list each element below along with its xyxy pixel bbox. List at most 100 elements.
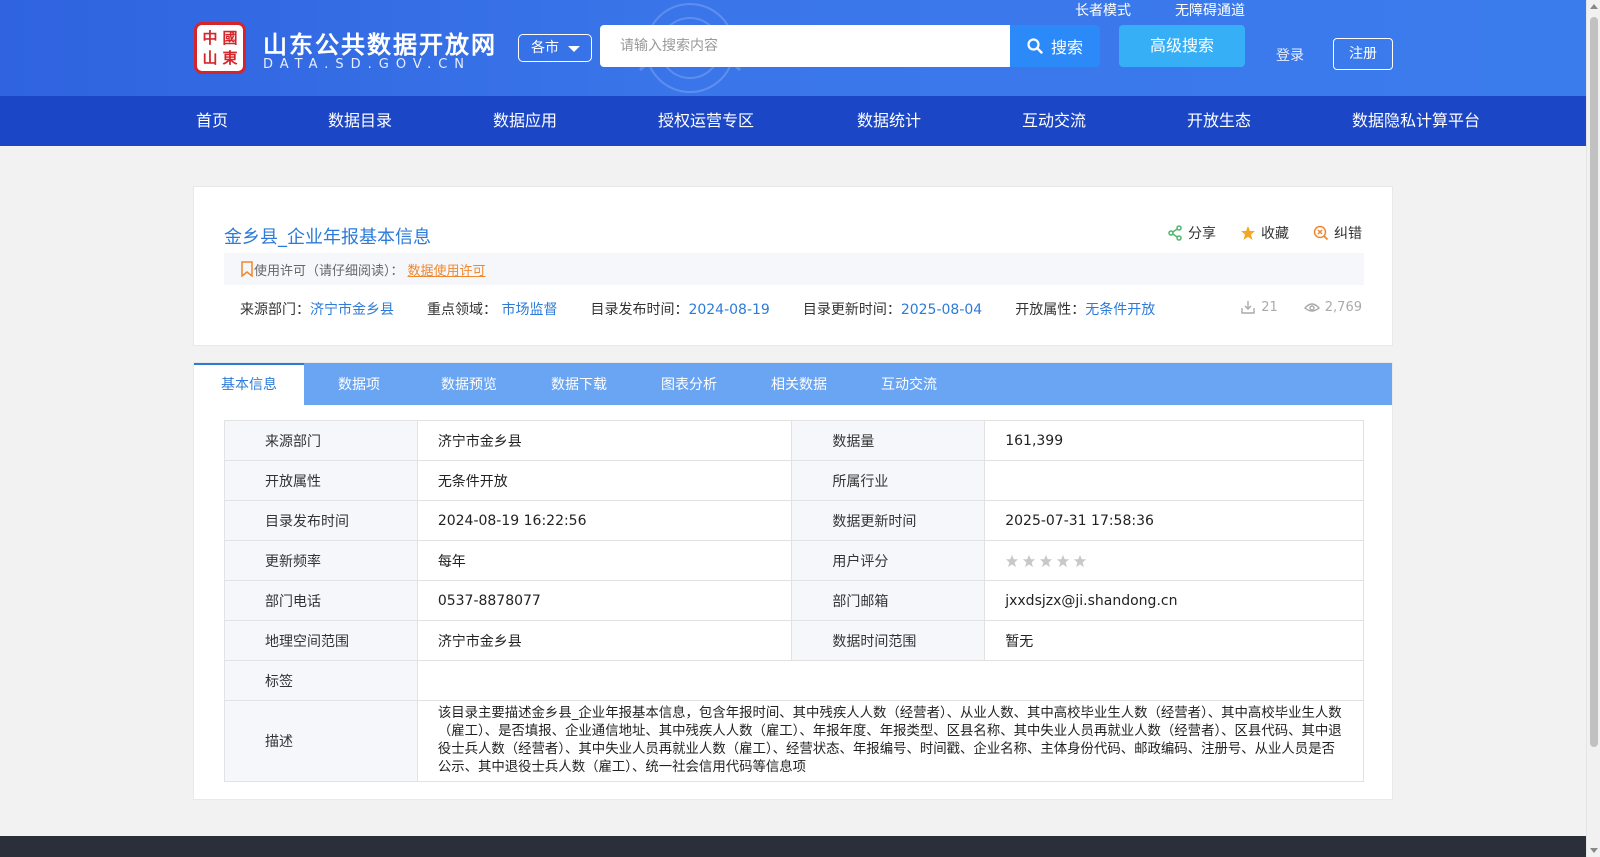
search-icon bbox=[1027, 38, 1043, 54]
logo-char: 東 bbox=[222, 49, 238, 67]
meta-domain-value[interactable]: 市场监督 bbox=[501, 302, 557, 318]
bookmark-icon bbox=[241, 261, 253, 277]
license-link[interactable]: 数据使用许可 bbox=[408, 260, 486, 279]
site-logo[interactable]: 中 國 山 東 bbox=[194, 22, 246, 74]
search-button-label: 搜索 bbox=[1050, 38, 1083, 57]
table-row: 目录发布时间 2024-08-19 16:22:56 数据更新时间 2025-0… bbox=[224, 500, 1364, 541]
meta-label: 来源部门： bbox=[240, 302, 310, 318]
star-empty-icon[interactable] bbox=[1005, 554, 1019, 568]
star-empty-icon[interactable] bbox=[1056, 554, 1070, 568]
dataset-title: 金乡县_企业年报基本信息 bbox=[224, 227, 431, 248]
tab-data-items[interactable]: 数据项 bbox=[304, 363, 414, 405]
view-count: 2,769 bbox=[1303, 299, 1362, 315]
tab-data-download[interactable]: 数据下载 bbox=[524, 363, 634, 405]
register-button[interactable]: 注册 bbox=[1333, 38, 1393, 70]
search-button[interactable]: 搜索 bbox=[1010, 25, 1100, 67]
region-select[interactable]: 各市 bbox=[518, 34, 592, 62]
table-row: 更新频率 每年 用户评分 bbox=[224, 540, 1364, 581]
tab-bar: 基本信息 数据项 数据预览 数据下载 图表分析 相关数据 互动交流 bbox=[194, 363, 1392, 405]
logo-char: 中 bbox=[202, 29, 218, 47]
chevron-down-icon bbox=[568, 46, 580, 52]
meta-label: 开放属性： bbox=[1015, 302, 1086, 318]
nav-item-authorized-ops[interactable]: 授权运营专区 bbox=[658, 96, 754, 146]
tab-chart-analysis[interactable]: 图表分析 bbox=[634, 363, 744, 405]
meta-open-value: 无条件开放 bbox=[1085, 302, 1156, 318]
meta-source: 来源部门：济宁市金乡县 bbox=[240, 299, 394, 319]
field-value: 无条件开放 bbox=[416, 460, 793, 501]
download-icon bbox=[1241, 301, 1255, 314]
nav-item-interaction[interactable]: 互动交流 bbox=[1022, 96, 1086, 146]
report-error-button[interactable]: 纠错 bbox=[1313, 223, 1362, 243]
tab-interaction[interactable]: 互动交流 bbox=[854, 363, 964, 405]
elder-mode-link[interactable]: 长者模式 bbox=[1075, 0, 1131, 20]
tab-basic-info[interactable]: 基本信息 bbox=[194, 363, 304, 405]
table-row: 标签 bbox=[224, 660, 1365, 701]
meta-label: 重点领域： bbox=[427, 302, 497, 318]
meta-update: 目录更新时间：2025-08-04 bbox=[803, 299, 982, 319]
table-row: 部门电话 0537-8878077 部门邮箱 jxxdsjzx@ji.shand… bbox=[224, 580, 1364, 621]
main-nav: 首页 数据目录 数据应用 授权运营专区 数据统计 互动交流 开放生态 数据隐私计… bbox=[0, 96, 1586, 146]
accessibility-link[interactable]: 无障碍通道 bbox=[1175, 0, 1245, 20]
field-value: 济宁市金乡县 bbox=[416, 420, 793, 461]
nav-item-catalog[interactable]: 数据目录 bbox=[328, 96, 392, 146]
field-value: 每年 bbox=[416, 540, 793, 581]
field-value: 2025-07-31 17:58:36 bbox=[984, 500, 1364, 541]
field-label: 更新频率 bbox=[224, 540, 418, 581]
dataset-detail-panel: 基本信息 数据项 数据预览 数据下载 图表分析 相关数据 互动交流 来源部门 济… bbox=[193, 362, 1393, 800]
dataset-stats: 21 2,769 bbox=[1240, 299, 1362, 315]
star-empty-icon[interactable] bbox=[1022, 554, 1036, 568]
star-empty-icon[interactable] bbox=[1073, 554, 1087, 568]
field-label: 来源部门 bbox=[224, 420, 418, 461]
tags-value bbox=[416, 660, 1365, 701]
field-label: 数据量 bbox=[791, 420, 986, 461]
tab-data-preview[interactable]: 数据预览 bbox=[414, 363, 524, 405]
field-label: 地理空间范围 bbox=[224, 620, 418, 661]
view-count-value: 2,769 bbox=[1324, 299, 1362, 315]
field-value: 济宁市金乡县 bbox=[416, 620, 793, 661]
star-empty-icon[interactable] bbox=[1039, 554, 1053, 568]
report-error-label: 纠错 bbox=[1334, 226, 1362, 242]
scroll-down-icon[interactable] bbox=[1590, 848, 1598, 853]
description-value: 该目录主要描述金乡县_企业年报基本信息，包含年报时间、其中残疾人人数（经营者）、… bbox=[416, 700, 1365, 782]
meta-publish-value: 2024-08-19 bbox=[688, 302, 770, 318]
login-link[interactable]: 登录 bbox=[1276, 45, 1304, 65]
share-label: 分享 bbox=[1188, 226, 1216, 242]
meta-publish: 目录发布时间：2024-08-19 bbox=[590, 299, 769, 319]
field-label: 数据更新时间 bbox=[791, 500, 986, 541]
dataset-summary-card: 金乡县_企业年报基本信息 分享 收藏 纠错 使用许可（请仔细阅读）： 数据使用许… bbox=[193, 186, 1393, 346]
meta-source-value[interactable]: 济宁市金乡县 bbox=[310, 302, 394, 318]
search-input[interactable] bbox=[600, 25, 1011, 67]
field-value: 2024-08-19 16:22:56 bbox=[416, 500, 793, 541]
vertical-scrollbar[interactable] bbox=[1586, 0, 1600, 857]
advanced-search-button[interactable]: 高级搜索 bbox=[1119, 25, 1245, 67]
tab-related-data[interactable]: 相关数据 bbox=[744, 363, 854, 405]
scroll-up-icon[interactable] bbox=[1590, 4, 1598, 9]
region-select-value: 各市 bbox=[531, 40, 559, 56]
field-value bbox=[984, 460, 1364, 501]
scroll-thumb[interactable] bbox=[1590, 17, 1598, 747]
favorite-button[interactable]: 收藏 bbox=[1240, 223, 1289, 243]
nav-item-apps[interactable]: 数据应用 bbox=[493, 96, 557, 146]
share-button[interactable]: 分享 bbox=[1167, 223, 1216, 243]
nav-item-statistics[interactable]: 数据统计 bbox=[857, 96, 921, 146]
logo-char: 國 bbox=[222, 29, 238, 47]
field-label: 部门电话 bbox=[224, 580, 418, 621]
field-label: 部门邮箱 bbox=[791, 580, 986, 621]
meta-domain: 重点领域： 市场监督 bbox=[427, 299, 557, 319]
rating-stars[interactable] bbox=[1005, 554, 1343, 568]
favorite-label: 收藏 bbox=[1261, 226, 1289, 242]
nav-item-ecosystem[interactable]: 开放生态 bbox=[1187, 96, 1251, 146]
license-bar: 使用许可（请仔细阅读）： 数据使用许可 bbox=[224, 253, 1364, 285]
star-icon bbox=[1241, 226, 1255, 240]
meta-open: 开放属性：无条件开放 bbox=[1015, 299, 1155, 319]
eye-icon bbox=[1303, 303, 1320, 312]
field-label: 开放属性 bbox=[224, 460, 418, 501]
field-value: 暂无 bbox=[984, 620, 1364, 661]
share-icon bbox=[1168, 225, 1182, 241]
site-title[interactable]: 山东公共数据开放网 bbox=[263, 25, 497, 60]
error-report-icon bbox=[1313, 225, 1329, 241]
page-footer bbox=[0, 836, 1586, 857]
meta-update-value: 2025-08-04 bbox=[900, 302, 983, 318]
nav-item-privacy-computing[interactable]: 数据隐私计算平台 bbox=[1352, 96, 1480, 146]
nav-item-home[interactable]: 首页 bbox=[196, 96, 228, 146]
